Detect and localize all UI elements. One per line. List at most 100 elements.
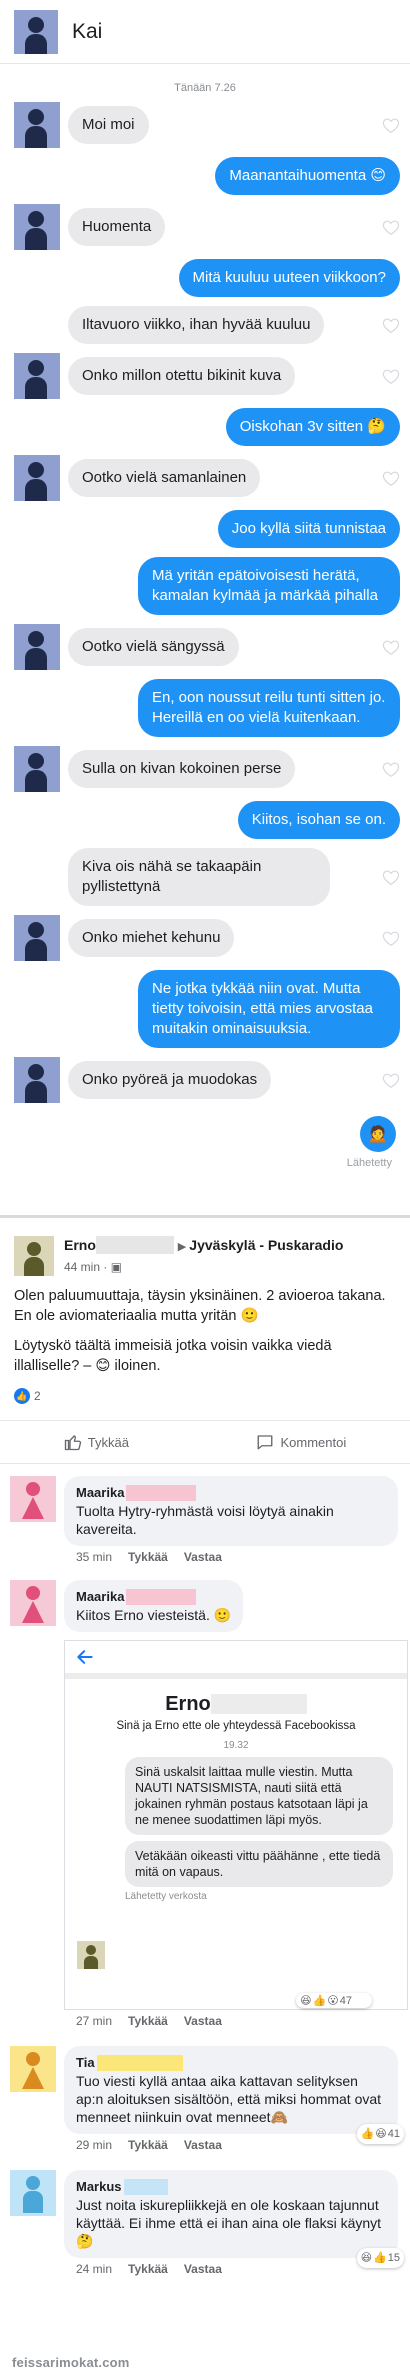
comment-reply-button[interactable]: Vastaa bbox=[184, 2138, 222, 2152]
sender-avatar[interactable] bbox=[14, 1057, 60, 1103]
outgoing-message-bubble[interactable]: Mitä kuuluu uuteen viikkoon? bbox=[178, 259, 400, 297]
heart-react-icon[interactable] bbox=[382, 639, 400, 655]
message-list: Moi moi Maanantaihuomenta 😊 Huomenta Mitä k… bbox=[0, 102, 410, 1103]
incoming-message-bubble[interactable]: Sulla on kivan kokoinen perse bbox=[68, 750, 296, 788]
reaction-summary[interactable]: 😆 👍 😮 47 bbox=[296, 1993, 372, 2008]
message-row: Mä yritän epätoivoisesti herätä, kamalan… bbox=[14, 557, 400, 615]
comment-icon bbox=[258, 1435, 273, 1450]
sender-avatar[interactable] bbox=[14, 624, 60, 670]
post-author-avatar[interactable] bbox=[14, 1236, 54, 1276]
heart-react-icon[interactable] bbox=[382, 930, 400, 946]
message-row: Onko miehet kehunu bbox=[14, 915, 400, 961]
post-author-name[interactable]: Erno bbox=[64, 1237, 96, 1253]
outgoing-message-bubble[interactable]: En, oon noussut reilu tunti sitten jo. H… bbox=[138, 679, 400, 737]
message-row: Moi moi bbox=[14, 102, 400, 148]
comment-text: Just noita iskurepliikkejä en ole koskaa… bbox=[76, 2197, 382, 2249]
like-reaction-icon: 👍 bbox=[312, 1995, 327, 2007]
outgoing-message-bubble[interactable]: Oiskohan 3v sitten 🤔 bbox=[225, 408, 400, 446]
contact-name[interactable]: Kai bbox=[72, 20, 102, 44]
sender-avatar[interactable] bbox=[14, 915, 60, 961]
comment-button[interactable]: Kommentoi bbox=[256, 1433, 346, 1451]
post-action-bar: Tykkää Kommentoi bbox=[0, 1420, 410, 1464]
heart-react-icon[interactable] bbox=[382, 869, 400, 885]
outgoing-message-bubble[interactable]: Kiitos, isohan se on. bbox=[237, 801, 400, 839]
outgoing-message-bubble[interactable]: Ne jotka tykkää niin ovat. Mutta tietty … bbox=[138, 970, 400, 1048]
sender-avatar[interactable] bbox=[14, 204, 60, 250]
sender-avatar[interactable] bbox=[14, 353, 60, 399]
message-row: Kiitos, isohan se on. bbox=[14, 801, 400, 839]
wow-reaction-icon: 😮 bbox=[327, 1995, 339, 2007]
incoming-message-bubble[interactable]: Huomenta bbox=[68, 208, 166, 246]
comment: Tia Tuo viesti kyllä antaa aika kattavan… bbox=[0, 2046, 410, 2156]
incoming-message-bubble[interactable]: Onko pyöreä ja muodokas bbox=[68, 1061, 272, 1099]
embed-sent-label: Lähetetty verkosta bbox=[125, 1891, 207, 1902]
reaction-summary[interactable]: 😆 👍 15 bbox=[356, 2248, 404, 2268]
comment-like-button[interactable]: Tykkää bbox=[128, 2262, 168, 2276]
haha-reaction-icon: 😆 bbox=[360, 2252, 373, 2264]
message-row: Oiskohan 3v sitten 🤔 bbox=[14, 408, 400, 446]
commenter-avatar[interactable] bbox=[10, 1580, 56, 1626]
heart-react-icon[interactable] bbox=[382, 470, 400, 486]
post-paragraph: Olen paluumuuttaja, täysin yksinäinen. 2… bbox=[14, 1288, 386, 1324]
comment-like-button[interactable]: Tykkää bbox=[128, 1550, 168, 1564]
message-row: Mitä kuuluu uuteen viikkoon? bbox=[14, 259, 400, 297]
incoming-message-bubble[interactable]: Moi moi bbox=[68, 106, 149, 144]
commenter-name[interactable]: Markus bbox=[76, 2178, 122, 2196]
commenter-name[interactable]: Maarika bbox=[76, 1588, 124, 1606]
comment-attached-screenshot[interactable]: Erno Sinä ja Erno ette ole yhteydessä Fa… bbox=[64, 1640, 408, 2010]
embed-subtitle: Sinä ja Erno ette ole yhteydessä Faceboo… bbox=[116, 1720, 356, 1732]
message-row: Onko pyöreä ja muodokas bbox=[14, 1057, 400, 1103]
heart-react-icon[interactable] bbox=[382, 368, 400, 384]
commenter-avatar[interactable] bbox=[10, 2170, 56, 2216]
message-row: Kiva ois nähä se takaapäin pyllistettynä bbox=[14, 848, 400, 906]
like-reaction-icon: 👍 bbox=[360, 2128, 375, 2140]
message-row: Sulla on kivan kokoinen perse bbox=[14, 746, 400, 792]
comment-bubble: Maarika Tuolta Hytry-ryhmästä voisi löyt… bbox=[64, 1476, 398, 1546]
heart-react-icon[interactable] bbox=[382, 1072, 400, 1088]
sent-emoji-bubble[interactable]: 🙍 bbox=[360, 1116, 396, 1152]
reaction-summary[interactable]: 👍 😆 41 bbox=[356, 2124, 404, 2144]
reaction-count: 15 bbox=[387, 2252, 400, 2264]
incoming-message-bubble[interactable]: Onko millon otettu bikinit kuva bbox=[68, 357, 296, 395]
sender-avatar[interactable] bbox=[14, 746, 60, 792]
embed-contact-name: Erno bbox=[165, 1693, 211, 1715]
redacted-name bbox=[126, 1589, 197, 1605]
incoming-message-bubble[interactable]: Iltavuoro viikko, ihan hyvää kuuluu bbox=[68, 306, 325, 344]
incoming-message-bubble[interactable]: Onko miehet kehunu bbox=[68, 919, 235, 957]
heart-react-icon[interactable] bbox=[382, 761, 400, 777]
outgoing-message-bubble[interactable]: Mä yritän epätoivoisesti herätä, kamalan… bbox=[138, 557, 400, 615]
redacted-name bbox=[96, 2055, 183, 2071]
post-like-count[interactable]: 👍 2 bbox=[0, 1386, 410, 1406]
embed-message: Sinä uskalsit laittaa mulle viestin. Mut… bbox=[125, 1757, 393, 1835]
comment-reply-button[interactable]: Vastaa bbox=[184, 2014, 222, 2028]
outgoing-message-bubble[interactable]: Joo kyllä siitä tunnistaa bbox=[217, 510, 400, 548]
commenter-avatar[interactable] bbox=[10, 1476, 56, 1522]
commenter-name[interactable]: Tia bbox=[76, 2054, 95, 2072]
incoming-message-bubble[interactable]: Ootko vielä samanlainen bbox=[68, 459, 261, 497]
commenter-name[interactable]: Maarika bbox=[76, 1484, 124, 1502]
outgoing-message-bubble[interactable]: Maanantaihuomenta 😊 bbox=[215, 157, 400, 195]
comment-reply-button[interactable]: Vastaa bbox=[184, 2262, 222, 2276]
comment-like-button[interactable]: Tykkää bbox=[128, 2014, 168, 2028]
like-reaction-icon: 👍 bbox=[373, 2252, 387, 2264]
heart-react-icon[interactable] bbox=[382, 219, 400, 235]
post-group-name[interactable]: Jyväskylä - Puskaradio bbox=[189, 1237, 343, 1253]
like-button[interactable]: Tykkää bbox=[64, 1433, 129, 1451]
incoming-message-bubble[interactable]: Kiva ois nähä se takaapäin pyllistettynä bbox=[68, 848, 330, 906]
embed-avatar bbox=[77, 1941, 105, 1969]
sender-avatar[interactable] bbox=[14, 102, 60, 148]
thumbs-up-icon bbox=[64, 1435, 81, 1451]
comment-like-button[interactable]: Tykkää bbox=[128, 2138, 168, 2152]
chat-timestamp: Tänään 7.26 bbox=[174, 82, 236, 94]
contact-avatar[interactable] bbox=[14, 9, 58, 54]
incoming-message-bubble[interactable]: Ootko vielä sängyssä bbox=[68, 628, 239, 666]
comment-time: 35 min bbox=[76, 1550, 113, 1564]
heart-react-icon[interactable] bbox=[382, 117, 400, 133]
embed-time: 19.32 bbox=[223, 1740, 249, 1751]
post-header: Erno ▶ Jyväskylä - Puskaradio 44 min · ▣ bbox=[0, 1218, 410, 1276]
arrow-right-icon: ▶ bbox=[177, 1241, 190, 1253]
commenter-avatar[interactable] bbox=[10, 2046, 56, 2092]
heart-react-icon[interactable] bbox=[382, 317, 400, 333]
comment-reply-button[interactable]: Vastaa bbox=[184, 1550, 222, 1564]
sender-avatar[interactable] bbox=[14, 455, 60, 501]
